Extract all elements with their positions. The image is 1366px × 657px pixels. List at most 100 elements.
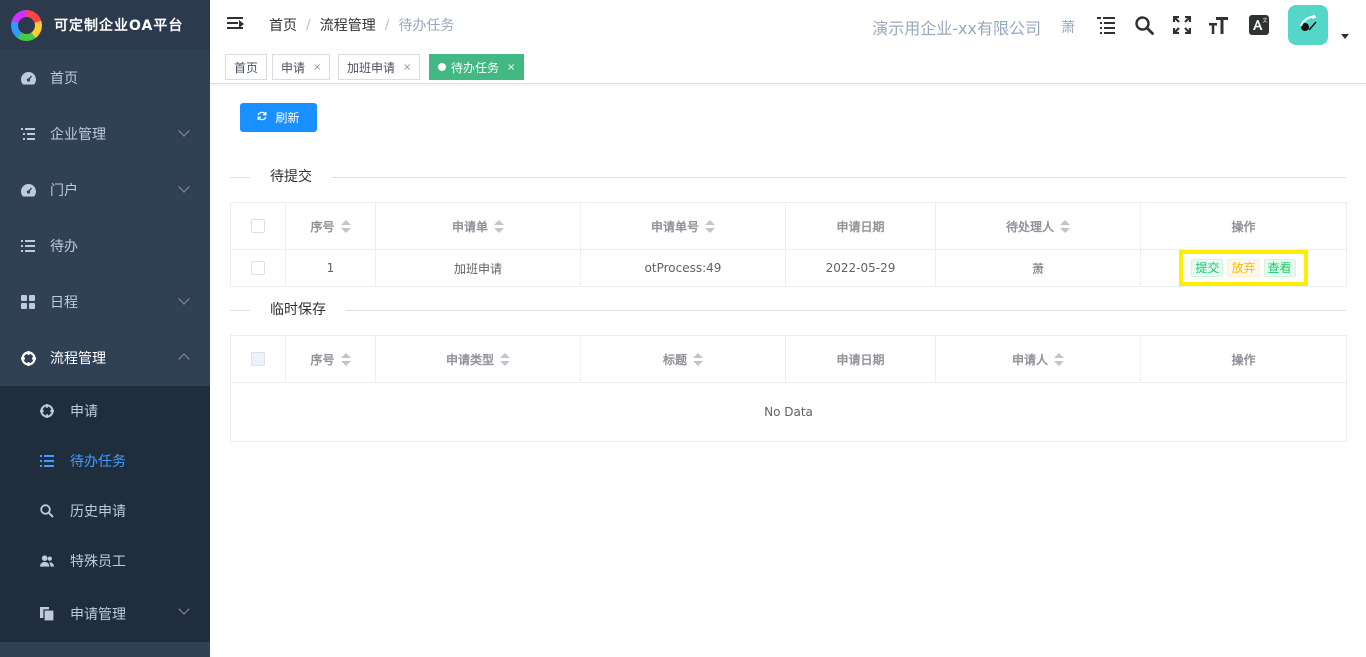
tag-home[interactable]: 首页 <box>225 54 268 80</box>
breadcrumb-process-management[interactable]: 流程管理 <box>320 15 376 35</box>
sidebar-item-portal[interactable]: 门户 <box>0 162 210 218</box>
action-group-highlight: 提交 放弃 查看 <box>1179 250 1308 286</box>
sidebar-item-enterprise[interactable]: 企业管理 <box>0 106 210 162</box>
sidebar-item-label: 门户 <box>50 183 78 199</box>
sidebar-item-special-staff[interactable]: 特殊员工 <box>0 536 210 586</box>
chevron-down-icon <box>178 181 190 193</box>
sidebar-item-label: 历史申请 <box>70 504 126 520</box>
tag-todo-tasks[interactable]: 待办任务 × <box>429 54 525 80</box>
sidebar-item-home[interactable]: 首页 <box>0 50 210 106</box>
chevron-down-icon <box>178 293 190 305</box>
empty-row: No Data <box>230 382 1347 442</box>
breadcrumb-home[interactable]: 首页 <box>269 15 297 35</box>
column-header: 操作 <box>1140 335 1347 383</box>
tag-label: 首页 <box>234 60 259 75</box>
close-icon[interactable]: × <box>403 62 411 73</box>
sort-icon[interactable] <box>1054 353 1064 367</box>
documents-icon <box>40 607 54 621</box>
column-header[interactable]: 申请人 <box>935 335 1141 383</box>
column-header[interactable]: 序号 <box>285 202 376 250</box>
table-header-row: 序号 申请单 申请单号 申请日期 待处理人 操作 <box>230 202 1347 250</box>
drafts-table: 序号 申请类型 标题 申请日期 申请人 操作 No Data <box>230 335 1347 442</box>
column-header: 申请日期 <box>785 202 936 250</box>
tag-label: 待办任务 <box>451 60 500 75</box>
sort-icon[interactable] <box>340 220 351 234</box>
sidebar-item-todo[interactable]: 待办 <box>0 218 210 274</box>
no-data-text: No Data <box>230 382 1347 442</box>
caret-down-icon[interactable] <box>1341 34 1349 39</box>
sort-icon[interactable] <box>500 353 510 367</box>
sidebar-item-label: 流程管理 <box>50 351 106 367</box>
search-icon[interactable] <box>1133 14 1155 36</box>
font-size-icon[interactable] <box>1208 14 1230 36</box>
tag-label: 加班申请 <box>347 60 396 75</box>
column-header[interactable]: 标题 <box>580 335 786 383</box>
process-submenu: 申请 待办任务 历史申请 特殊员工 申请管理 <box>0 386 210 642</box>
sidebar-item-label: 特殊员工 <box>70 554 126 570</box>
column-header[interactable]: 待处理人 <box>935 202 1141 250</box>
process-icon <box>40 404 54 418</box>
app-title: 可定制企业OA平台 <box>54 18 184 34</box>
cell-actions: 提交 放弃 查看 <box>1140 249 1347 287</box>
chevron-down-icon <box>178 603 190 615</box>
pending-table: 序号 申请单 申请单号 申请日期 待处理人 操作 1 加班申请 otProces… <box>230 202 1347 287</box>
avatar[interactable] <box>1288 5 1328 45</box>
sidebar-item-label: 企业管理 <box>50 127 106 143</box>
close-icon[interactable]: × <box>313 62 321 73</box>
list-icon <box>20 126 36 142</box>
sidebar-item-apply-management[interactable]: 申请管理 <box>0 586 210 642</box>
tag-overtime-apply[interactable]: 加班申请 × <box>338 54 421 80</box>
list-icon <box>40 454 54 468</box>
refresh-icon <box>257 111 267 124</box>
company-name: 演示用企业-xx有限公司 <box>872 19 1041 38</box>
refresh-label: 刷新 <box>275 111 300 125</box>
sort-icon[interactable] <box>705 220 715 234</box>
submit-button[interactable]: 提交 <box>1191 259 1224 277</box>
active-dot-icon <box>438 63 446 71</box>
drafts-section-divider: 临时保存 <box>230 301 1346 319</box>
sidebar-item-process-management[interactable]: 流程管理 <box>0 330 210 386</box>
row-checkbox[interactable] <box>251 261 265 276</box>
top-navbar: 首页 / 流程管理 / 待办任务 演示用企业-xx有限公司 萧 文 <box>210 0 1366 50</box>
column-header[interactable]: 申请单号 <box>580 202 786 250</box>
column-header: 申请日期 <box>785 335 936 383</box>
translate-icon[interactable]: 文 <box>1248 14 1270 36</box>
refresh-button[interactable]: 刷新 <box>240 103 317 132</box>
column-header[interactable]: 申请单 <box>375 202 581 250</box>
dashboard-icon <box>20 70 36 86</box>
sidebar-item-label: 首页 <box>50 71 78 87</box>
sort-icon[interactable] <box>693 353 703 367</box>
sort-icon[interactable] <box>340 353 351 367</box>
table-row[interactable]: 1 加班申请 otProcess:49 2022-05-29 萧 提交 放弃 查… <box>230 249 1347 287</box>
sidebar-item-label: 日程 <box>50 295 78 311</box>
tag-apply[interactable]: 申请 × <box>272 54 331 80</box>
column-header[interactable]: 申请类型 <box>375 335 581 383</box>
fullscreen-icon[interactable] <box>1171 14 1193 36</box>
sidebar-item-label: 待办 <box>50 239 78 255</box>
sidebar-item-label: 待办任务 <box>70 454 126 470</box>
breadcrumb-separator: / <box>384 17 390 33</box>
sidebar-item-label: 申请 <box>70 404 98 420</box>
main-content: 刷新 待提交 序号 申请单 申请单号 申请日期 待处理人 操作 1 加班申请 o… <box>210 85 1366 657</box>
cell-form: 加班申请 <box>375 249 581 287</box>
column-header[interactable]: 序号 <box>285 335 376 383</box>
view-button[interactable]: 查看 <box>1263 259 1296 277</box>
abandon-button[interactable]: 放弃 <box>1227 259 1260 277</box>
column-header: 操作 <box>1140 202 1347 250</box>
chevron-up-icon <box>178 353 190 365</box>
list-icon <box>20 238 36 254</box>
sidebar-item-apply[interactable]: 申请 <box>0 386 210 436</box>
menu-list-icon[interactable] <box>1095 14 1117 36</box>
logo-icon <box>11 9 42 41</box>
sort-icon[interactable] <box>494 220 504 234</box>
app-logo[interactable]: 可定制企业OA平台 <box>0 0 210 50</box>
sort-icon[interactable] <box>1060 220 1070 234</box>
hamburger-icon[interactable] <box>227 17 245 33</box>
sidebar-item-schedule[interactable]: 日程 <box>0 274 210 330</box>
sidebar-item-history[interactable]: 历史申请 <box>0 486 210 536</box>
select-all-checkbox[interactable] <box>251 219 265 234</box>
sidebar-item-label: 申请管理 <box>70 607 126 623</box>
sidebar-item-todo-tasks[interactable]: 待办任务 <box>0 436 210 486</box>
close-icon[interactable]: × <box>507 62 515 73</box>
dashboard-icon <box>20 182 36 198</box>
